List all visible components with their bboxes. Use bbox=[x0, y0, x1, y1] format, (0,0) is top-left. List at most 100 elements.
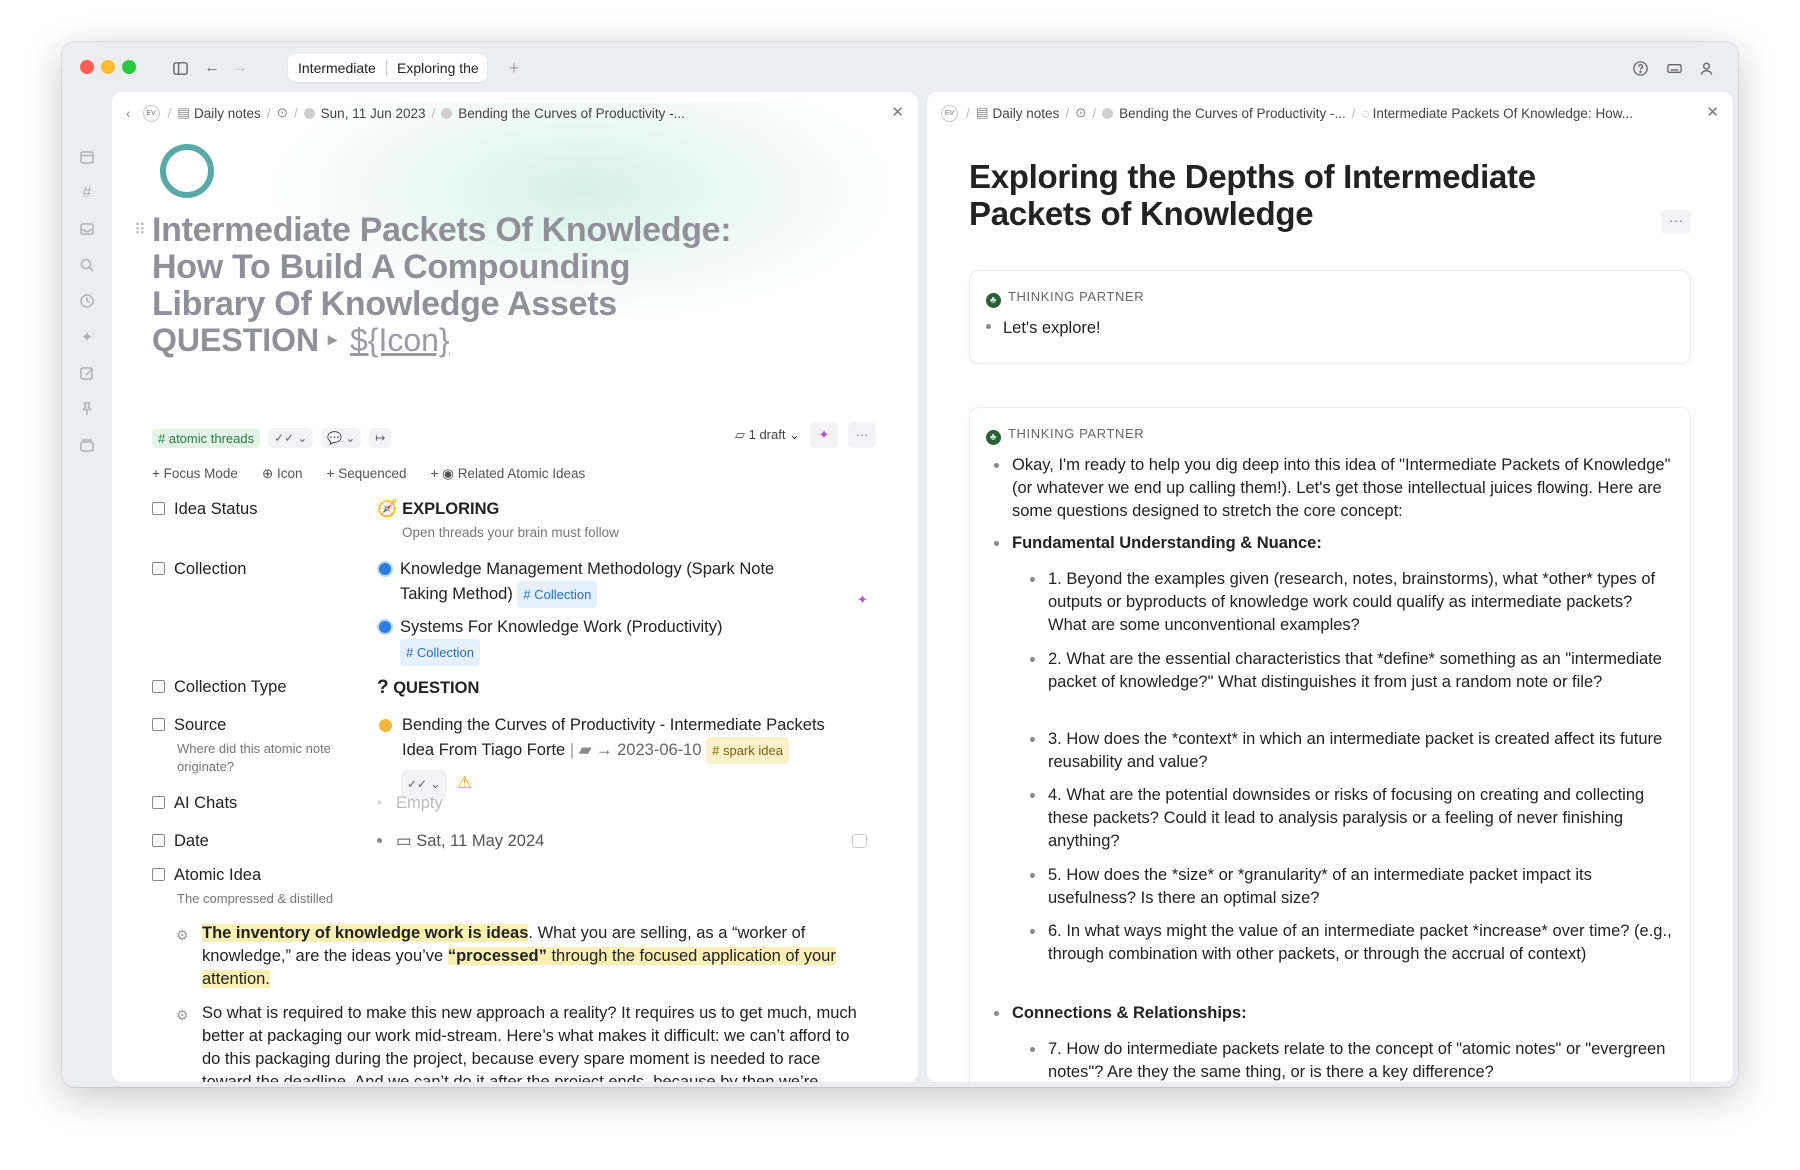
calendar-small-icon: ▭ bbox=[396, 832, 412, 850]
tab-intermediate[interactable]: Intermediate bbox=[288, 60, 386, 76]
list-item[interactable]: 7. How do intermediate packets relate to… bbox=[1030, 1038, 1673, 1082]
history-icon[interactable] bbox=[78, 292, 96, 310]
radio-icon: ◉ bbox=[442, 466, 454, 481]
more-options-icon[interactable]: ··· bbox=[848, 422, 876, 448]
prop-date[interactable]: Date bbox=[152, 832, 209, 851]
help-icon[interactable] bbox=[1628, 57, 1652, 79]
idea-status-value[interactable]: 🧭 EXPLORING Open threads your brain must… bbox=[377, 498, 619, 544]
page-title[interactable]: Exploring the Depths of Intermediate Pac… bbox=[969, 158, 1609, 232]
minimize-window-button[interactable] bbox=[101, 60, 115, 74]
tab-exploring[interactable]: Exploring the bbox=[387, 60, 487, 76]
folder-icon: ▰ bbox=[578, 741, 592, 759]
property-icon bbox=[152, 796, 165, 809]
page-title[interactable]: Intermediate Packets Of Knowledge: How T… bbox=[152, 212, 752, 323]
collection-chip[interactable]: # Collection bbox=[400, 639, 480, 666]
more-circle-icon[interactable]: ⊙ bbox=[1075, 105, 1086, 121]
edit-icon[interactable] bbox=[78, 364, 96, 382]
list-item[interactable]: 2. What are the essential characteristic… bbox=[1030, 648, 1673, 694]
breadcrumb-date[interactable]: Sun, 11 Jun 2023 bbox=[321, 106, 426, 121]
account-icon[interactable] bbox=[1694, 57, 1718, 79]
avatar[interactable]: EV bbox=[142, 104, 160, 122]
sidebar-toggle-icon[interactable] bbox=[168, 57, 192, 79]
section-heading[interactable]: Connections & Relationships: bbox=[994, 1002, 1247, 1025]
left-pane: ‹ EV / ▤ Daily notes / ⊙ / Sun, 11 Jun 2… bbox=[112, 92, 918, 1082]
note-ring-icon: ◌ bbox=[1361, 105, 1370, 121]
question-mark-icon: ? bbox=[377, 677, 389, 698]
prop-idea-status[interactable]: Idea Status bbox=[152, 500, 257, 519]
gear-icon[interactable]: ⚙ bbox=[176, 1004, 189, 1027]
chat-dropdown[interactable]: 💬 ⌄ bbox=[321, 428, 362, 448]
list-item[interactable]: 5. How does the *size* or *granularity* … bbox=[1030, 864, 1673, 910]
inbox-icon[interactable] bbox=[78, 220, 96, 238]
add-icon-button[interactable]: ⊕ Icon bbox=[262, 466, 303, 482]
left-sidebar: # ✦ bbox=[62, 92, 112, 1087]
message-intro[interactable]: Okay, I'm ready to help you dig deep int… bbox=[994, 454, 1672, 523]
expand-arrow-icon[interactable]: ↦ bbox=[369, 428, 392, 448]
archive-icon[interactable] bbox=[78, 436, 96, 454]
add-focus-mode-button[interactable]: + Focus Mode bbox=[152, 466, 238, 482]
tag-atomic-threads[interactable]: # atomic threads bbox=[152, 428, 261, 448]
add-related-ideas-button[interactable]: + ◉ Related Atomic Ideas bbox=[431, 466, 586, 482]
more-circle-icon[interactable]: ⊙ bbox=[277, 105, 288, 121]
property-icon bbox=[152, 868, 165, 881]
caret-right-icon[interactable]: ▸ bbox=[328, 329, 337, 349]
chevron-down-icon: ⌄ bbox=[345, 431, 356, 445]
sparkle-icon[interactable]: ✦ bbox=[78, 328, 96, 346]
hashtag-icon[interactable]: # bbox=[78, 184, 96, 202]
date-value[interactable]: ▭ Sat, 11 May 2024 bbox=[377, 830, 544, 853]
collection-type-value[interactable]: ? QUESTION bbox=[377, 676, 479, 700]
list-item[interactable]: 1. Beyond the examples given (research, … bbox=[1030, 568, 1673, 637]
chevron-left-icon[interactable]: ‹ bbox=[126, 106, 131, 121]
gear-icon[interactable]: ⚙ bbox=[176, 924, 189, 947]
search-icon[interactable] bbox=[78, 256, 96, 274]
back-arrow-icon[interactable]: ← bbox=[200, 57, 224, 79]
ai-sparkle-icon[interactable]: ✦ bbox=[810, 422, 838, 448]
collection-chip[interactable]: # Collection bbox=[517, 581, 598, 608]
list-item[interactable]: 6. In what ways might the value of an in… bbox=[1030, 920, 1673, 966]
drag-handle-icon[interactable]: ⠿ bbox=[134, 220, 146, 240]
thinking-partner-card-1: ♣ THINKING PARTNER Let's explore! bbox=[969, 270, 1691, 364]
more-options-icon[interactable]: ··· bbox=[1661, 210, 1691, 234]
property-icon bbox=[152, 562, 165, 575]
calendar-picker-icon[interactable] bbox=[852, 834, 867, 848]
property-icon bbox=[152, 834, 165, 847]
pin-icon[interactable] bbox=[78, 400, 96, 418]
list-item[interactable]: 4. What are the potential downsides or r… bbox=[1030, 784, 1673, 853]
avatar[interactable]: EV bbox=[941, 104, 958, 122]
warning-icon[interactable]: ⚠ bbox=[457, 774, 472, 792]
add-sequenced-button[interactable]: + Sequenced bbox=[327, 466, 407, 482]
prop-collection-type[interactable]: Collection Type bbox=[152, 678, 287, 697]
prop-ai-chats[interactable]: AI Chats bbox=[152, 794, 237, 813]
source-value[interactable]: Bending the Curves of Productivity - Int… bbox=[377, 714, 857, 799]
keyboard-icon[interactable] bbox=[1662, 57, 1686, 79]
collection-value[interactable]: Knowledge Management Methodology (Spark … bbox=[377, 558, 817, 666]
prop-atomic-idea[interactable]: Atomic Idea The compressed & distilled bbox=[152, 866, 357, 908]
icon-placeholder[interactable]: ${Icon} bbox=[350, 322, 450, 358]
breadcrumb-note[interactable]: Bending the Curves of Productivity -... bbox=[458, 106, 685, 121]
ai-sparkle-icon[interactable]: ✦ bbox=[857, 592, 868, 608]
breadcrumb-note-2[interactable]: Intermediate Packets Of Knowledge: How..… bbox=[1373, 106, 1633, 121]
list-item[interactable]: 3. How does the *context* in which an in… bbox=[1030, 728, 1673, 774]
breadcrumb-note[interactable]: Bending the Curves of Productivity -... bbox=[1119, 106, 1346, 121]
atomic-idea-paragraph-2[interactable]: ⚙ So what is required to make this new a… bbox=[176, 1002, 862, 1082]
forward-arrow-icon[interactable]: → bbox=[228, 57, 252, 79]
message-text[interactable]: Let's explore! bbox=[986, 317, 1101, 340]
ai-chats-value[interactable]: Empty bbox=[377, 792, 443, 815]
atomic-idea-paragraph-1[interactable]: ⚙ The inventory of knowledge work is ide… bbox=[176, 922, 862, 991]
spark-idea-chip[interactable]: # spark idea bbox=[706, 737, 789, 764]
calendar-icon[interactable] bbox=[78, 148, 96, 166]
compass-icon: 🧭 bbox=[377, 500, 398, 518]
close-pane-icon[interactable]: ✕ bbox=[891, 103, 904, 121]
breadcrumb-daily-notes[interactable]: Daily notes bbox=[993, 106, 1060, 121]
chevron-down-icon: ⌄ bbox=[789, 427, 800, 442]
section-heading[interactable]: Fundamental Understanding & Nuance: bbox=[994, 532, 1322, 555]
new-tab-plus-icon[interactable]: + bbox=[502, 57, 526, 79]
checkmarks-dropdown[interactable]: ✓✓ ⌄ bbox=[268, 428, 314, 448]
close-pane-icon[interactable]: ✕ bbox=[1706, 103, 1719, 121]
draft-dropdown[interactable]: ▱ 1 draft ⌄ bbox=[735, 427, 800, 443]
breadcrumb-daily-notes[interactable]: Daily notes bbox=[194, 106, 261, 121]
prop-source[interactable]: Source Where did this atomic note origina… bbox=[152, 716, 357, 776]
prop-collection[interactable]: Collection bbox=[152, 560, 246, 579]
close-window-button[interactable] bbox=[80, 60, 94, 74]
maximize-window-button[interactable] bbox=[122, 60, 136, 74]
